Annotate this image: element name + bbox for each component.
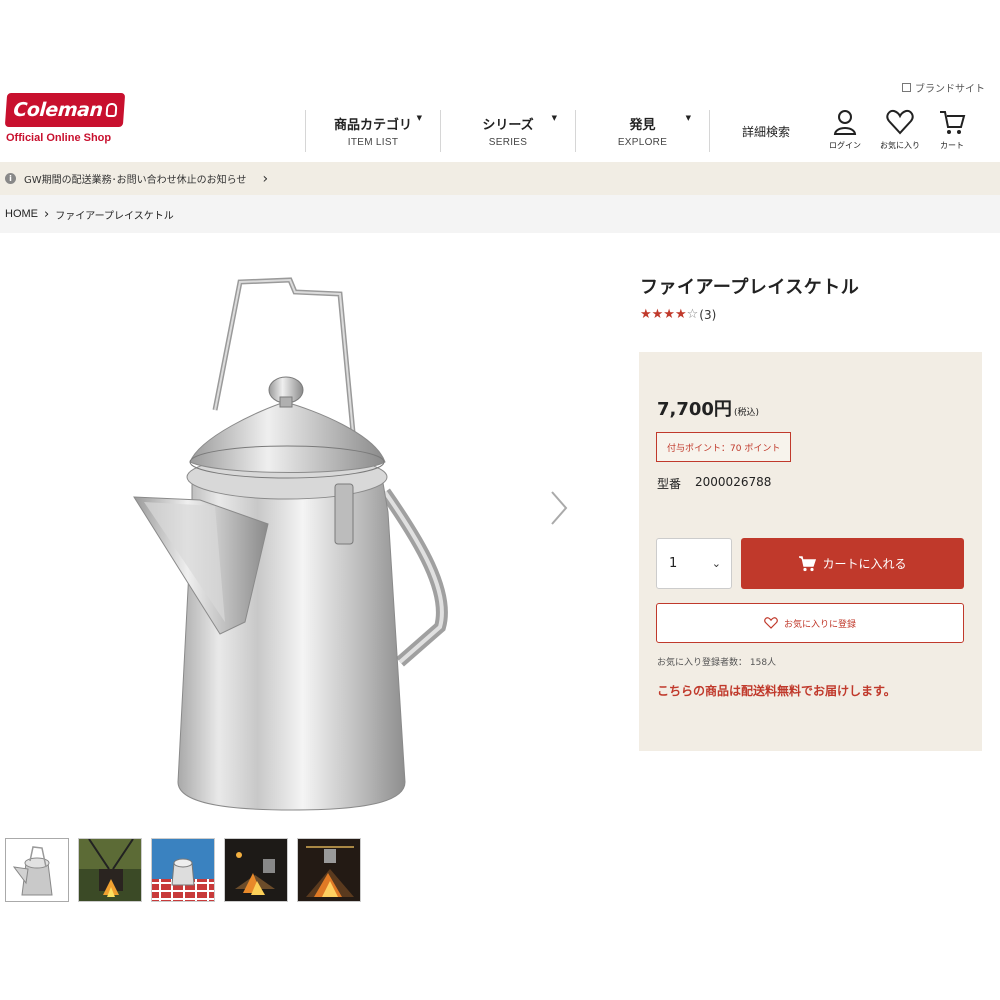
- model-label: 型番: [657, 477, 682, 491]
- price: 7,700円 (税込): [657, 395, 759, 421]
- favorites-label: お気に入り: [880, 141, 920, 150]
- login-label: ログイン: [829, 141, 861, 150]
- info-icon: i: [5, 173, 16, 184]
- thumbnail-kettle-white[interactable]: [5, 838, 69, 902]
- free-shipping-note: こちらの商品は配送料無料でお届けします。: [657, 684, 896, 698]
- thumbnail-image: [79, 839, 141, 901]
- thumbnail-image: [298, 839, 360, 901]
- add-to-cart-label: カートに入れる: [822, 557, 907, 571]
- thumbnail-image: [152, 839, 214, 901]
- breadcrumb-current: ファイアープレイスケトル: [55, 210, 174, 222]
- rating[interactable]: ★★★★ ☆ (3): [640, 307, 716, 322]
- add-to-favorites-button[interactable]: お気に入りに登録: [656, 603, 964, 643]
- notice-bar[interactable]: i GW期間の配送業務･お問い合わせ休止のお知らせ ›: [0, 162, 1000, 195]
- breadcrumb-home[interactable]: HOME: [5, 208, 38, 220]
- nav-item-series[interactable]: シリーズ SERIES ▼: [440, 110, 575, 152]
- logo-badge: Coleman: [4, 93, 126, 127]
- thumbnail-campfire-hanging[interactable]: [78, 838, 142, 902]
- cart-button[interactable]: カート: [927, 107, 977, 151]
- nav-item-list[interactable]: 商品カテゴリ ITEM LIST ▼: [305, 110, 440, 152]
- thumbnail-fire-night-1[interactable]: [224, 838, 288, 902]
- nav-item-label: シリーズ: [482, 118, 534, 133]
- nav-item-explore[interactable]: 発見 EXPLORE ▼: [575, 110, 710, 152]
- cart-label: カート: [940, 141, 964, 150]
- chevron-right-icon: ›: [262, 170, 269, 187]
- user-icon: [833, 110, 857, 135]
- thumbnail-image: [6, 839, 68, 901]
- quantity-value: 1: [669, 556, 678, 571]
- logo-subtitle: Official Online Shop: [6, 132, 112, 144]
- cart-icon: [940, 111, 966, 134]
- purchase-box: 7,700円 (税込) 付与ポイント：70 ポイント 型番 2000026788 …: [639, 352, 982, 751]
- breadcrumb: HOME › ファイアープレイスケトル: [0, 195, 1000, 233]
- nav-item-sublabel: EXPLORE: [617, 137, 668, 148]
- heart-icon: [886, 109, 914, 135]
- heart-icon: [764, 617, 778, 629]
- thumbnail-image: [225, 839, 287, 901]
- price-value: 7,700円: [657, 399, 732, 420]
- model-number: 2000026788: [695, 475, 772, 489]
- chevron-down-icon: ⌄: [711, 557, 721, 570]
- nav-item-sublabel: ITEM LIST: [347, 137, 399, 148]
- favorite-count: お気に入り登録者数： 158人: [657, 658, 777, 668]
- login-button[interactable]: ログイン: [820, 107, 870, 151]
- add-to-favorites-label: お気に入りに登録: [783, 619, 856, 630]
- nav-item-sublabel: SERIES: [488, 137, 528, 148]
- cart-icon: [799, 555, 817, 571]
- rating-stars-filled: ★★★★: [640, 307, 687, 322]
- quantity-select[interactable]: 1 ⌄: [656, 538, 732, 589]
- thumbnail-picnic-blue[interactable]: [151, 838, 215, 902]
- model-number-row: 型番 2000026788: [657, 475, 771, 492]
- rating-count: (3): [699, 307, 717, 322]
- logo-text: Coleman: [12, 99, 104, 121]
- detail-search-link[interactable]: 詳細検索: [742, 123, 790, 140]
- caret-down-icon: ▼: [416, 114, 422, 122]
- chevron-right-icon[interactable]: [548, 488, 570, 528]
- caret-down-icon: ▼: [685, 114, 691, 122]
- site-header: Coleman Official Online Shop 商品カテゴリ ITEM…: [0, 90, 1000, 162]
- kettle-illustration: [133, 277, 448, 811]
- price-tax-note: (税込): [733, 408, 759, 418]
- add-to-cart-button[interactable]: カートに入れる: [741, 538, 964, 589]
- chevron-right-icon: ›: [44, 206, 50, 222]
- thumbnail-strip: [5, 838, 361, 902]
- product-title: ファイアープレイスケトル: [640, 277, 860, 298]
- nav-item-label: 商品カテゴリ: [333, 118, 412, 133]
- rating-stars-empty: ☆: [686, 307, 699, 322]
- thumbnail-fire-night-2[interactable]: [297, 838, 361, 902]
- logo[interactable]: Coleman Official Online Shop: [4, 93, 126, 144]
- main-nav: 商品カテゴリ ITEM LIST ▼ シリーズ SERIES ▼ 発見 EXPL…: [305, 110, 710, 152]
- lantern-icon: [105, 103, 118, 117]
- favorites-button[interactable]: お気に入り: [875, 107, 925, 151]
- product-main-image[interactable]: [120, 262, 470, 822]
- nav-item-label: 発見: [629, 118, 656, 133]
- caret-down-icon: ▼: [551, 114, 557, 122]
- notice-text: GW期間の配送業務･お問い合わせ休止のお知らせ: [24, 175, 247, 186]
- points-badge: 付与ポイント：70 ポイント: [656, 432, 792, 462]
